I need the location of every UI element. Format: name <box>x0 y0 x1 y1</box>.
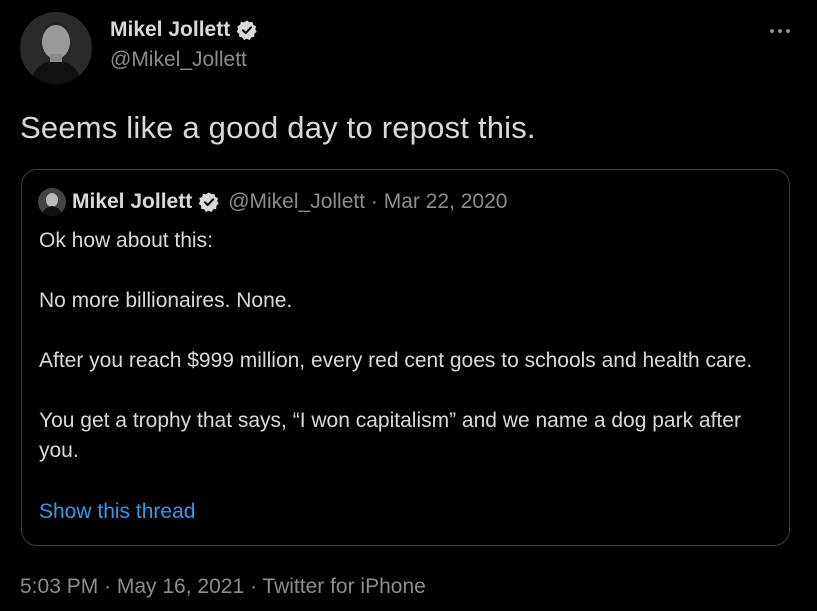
verified-badge-icon <box>198 192 219 212</box>
author-avatar[interactable] <box>20 12 92 84</box>
more-options-icon[interactable] <box>763 20 797 42</box>
quoted-tweet-paragraph: No more billionaires. None. <box>39 289 293 312</box>
quoted-author-avatar <box>38 188 66 216</box>
tweet-text: Seems like a good day to repost this. <box>20 110 536 145</box>
author-names: Mikel Jollett @Mikel_Jollett <box>110 18 258 72</box>
quoted-tweet-header: Mikel Jollett @Mikel_Jollett · Mar 22, 2… <box>38 188 507 216</box>
author-handle[interactable]: @Mikel_Jollett <box>110 48 258 72</box>
quoted-author-display-name: Mikel Jollett <box>72 190 193 213</box>
verified-badge-icon <box>236 20 257 40</box>
quoted-tweet-paragraph: Ok how about this: <box>39 229 213 252</box>
quoted-tweet-paragraph: You get a trophy that says, “I won capit… <box>39 409 741 462</box>
quoted-tweet-body: Ok how about this: No more billionaires.… <box>39 226 779 496</box>
quoted-tweet-card[interactable]: Mikel Jollett @Mikel_Jollett · Mar 22, 2… <box>21 169 790 546</box>
display-name-row: Mikel Jollett <box>110 18 258 42</box>
quoted-tweet-paragraph: After you reach $999 million, every red … <box>39 349 753 372</box>
author-display-name[interactable]: Mikel Jollett <box>110 18 230 42</box>
show-thread-link[interactable]: Show this thread <box>39 500 195 524</box>
tweet-timestamp[interactable]: 5:03 PM · May 16, 2021 · Twitter for iPh… <box>20 575 426 599</box>
tweet-header: Mikel Jollett @Mikel_Jollett <box>20 12 797 86</box>
quoted-tweet-meta: @Mikel_Jollett · Mar 22, 2020 <box>228 190 508 213</box>
